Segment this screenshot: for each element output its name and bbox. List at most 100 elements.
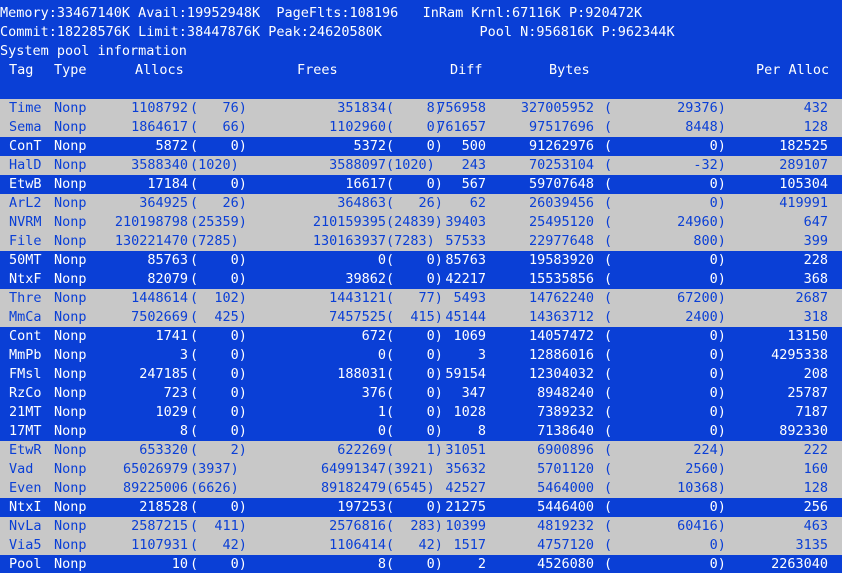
diff-cell: 761657 xyxy=(437,119,486,135)
allocs-delta-cell: ( 102) xyxy=(190,290,247,306)
diff-cell: 42527 xyxy=(445,480,486,496)
type-cell: Nonp xyxy=(54,442,87,458)
tag-cell: Thre xyxy=(9,290,42,306)
per-alloc-cell: 25787 xyxy=(787,385,828,401)
type-cell: Nonp xyxy=(54,461,87,477)
bytes-cell: 6900896 xyxy=(537,442,594,458)
table-row[interactable]: Cont Nonp 1741( 0) 672( 0) 1069 14057472( 0) 1… xyxy=(0,327,842,346)
commit-status-line: Commit:18228576K Limit:38447876K Peak:24… xyxy=(0,24,675,40)
header-frees[interactable]: Frees xyxy=(297,61,338,80)
per-alloc-cell: 2687 xyxy=(795,290,828,306)
table-row[interactable]: NtxF Nonp 82079( 0) 39862( 0) 42217 15535856(… xyxy=(0,270,842,289)
header-per-alloc[interactable]: Per Alloc xyxy=(756,61,829,80)
bytes-cell: 7138640 xyxy=(537,423,594,439)
bytes-cell: 70253104 xyxy=(528,157,594,173)
table-row[interactable]: FMsl Nonp 247185( 0) 188031( 0) 59154 1230403… xyxy=(0,365,842,384)
type-cell: Nonp xyxy=(54,195,87,211)
table-row[interactable]: NVRM Nonp 210198798 (25359) 210159395 (24839)… xyxy=(0,213,842,232)
allocs-cell: 7502669 xyxy=(131,309,188,325)
allocs-delta-cell: ( 0) xyxy=(190,556,247,572)
frees-delta-cell: ( 0) xyxy=(386,423,443,439)
table-row[interactable]: MmCa Nonp 7502669( 425) 7457525( 415) 45144 1… xyxy=(0,308,842,327)
frees-delta-cell: ( 0) xyxy=(386,556,443,572)
per-alloc-cell: 208 xyxy=(803,366,828,382)
bytes-delta-cell: ( 800) xyxy=(604,233,726,249)
bytes-cell: 12886016 xyxy=(528,347,594,363)
bytes-delta-cell: ( 0) xyxy=(604,404,726,420)
table-row[interactable]: EtwB Nonp 17184( 0) 16617( 0) 567 59707648( 0… xyxy=(0,175,842,194)
allocs-cell: 17184 xyxy=(147,176,188,192)
allocs-cell: 1108792 xyxy=(131,100,188,116)
header-bytes[interactable]: Bytes xyxy=(549,61,590,80)
frees-delta-cell: (1020) xyxy=(386,157,435,173)
table-row[interactable]: ArL2 Nonp 364925( 26) 364863( 26) 62 26039456… xyxy=(0,194,842,213)
frees-delta-cell: ( 0) xyxy=(386,385,443,401)
table-row[interactable]: NvLa Nonp 2587215( 411) 2576816( 283) 10399 4… xyxy=(0,517,842,536)
allocs-delta-cell: ( 0) xyxy=(190,385,247,401)
tag-cell: NtxI xyxy=(9,499,42,515)
allocs-delta-cell: (6626) xyxy=(190,480,239,496)
allocs-cell: 218528 xyxy=(139,499,188,515)
allocs-delta-cell: ( 0) xyxy=(190,271,247,287)
table-row[interactable]: EtwR Nonp 653320( 2) 622269( 1) 31051 6900896… xyxy=(0,441,842,460)
allocs-cell: 5872 xyxy=(155,138,188,154)
table-row[interactable]: MmPb Nonp 3( 0) 0( 0) 3 12886016( 0) 4295338 xyxy=(0,346,842,365)
frees-delta-cell: ( 0) xyxy=(386,347,443,363)
bytes-cell: 26039456 xyxy=(528,195,594,211)
table-row[interactable]: File Nonp 130221470 (7285) 130163937 (7283) 57… xyxy=(0,232,842,251)
tag-cell: ConT xyxy=(9,138,42,154)
allocs-delta-cell: (7285) xyxy=(190,233,239,249)
frees-cell: 1 xyxy=(377,404,386,420)
frees-cell: 364863 xyxy=(337,195,386,211)
allocs-delta-cell: ( 76) xyxy=(190,100,247,116)
frees-cell: 0 xyxy=(377,423,386,439)
bytes-delta-cell: ( 0) xyxy=(604,138,726,154)
frees-delta-cell: ( 0) xyxy=(386,499,443,515)
frees-delta-cell: ( 0) xyxy=(386,176,443,192)
table-row[interactable]: Time Nonp 1108792( 76) 351834( 8) 756958 3270… xyxy=(0,99,842,118)
table-row[interactable]: Via5 Nonp 1107931( 42) 1106414( 42) 1517 4757… xyxy=(0,536,842,555)
tag-cell: File xyxy=(9,233,42,249)
per-alloc-cell: 463 xyxy=(803,518,828,534)
table-row[interactable]: 21MT Nonp 1029( 0) 1( 0) 1028 7389232( 0) 7187 xyxy=(0,403,842,422)
table-row[interactable]: NtxI Nonp 218528( 0) 197253( 0) 21275 5446400… xyxy=(0,498,842,517)
type-cell: Nonp xyxy=(54,138,87,154)
bytes-delta-cell: ( 0) xyxy=(604,347,726,363)
header-tag[interactable]: Tag xyxy=(9,61,33,80)
table-row[interactable]: RzCo Nonp 723( 0) 376( 0) 347 8948240( 0) 2578… xyxy=(0,384,842,403)
frees-delta-cell: ( 1) xyxy=(386,442,443,458)
allocs-delta-cell: ( 0) xyxy=(190,404,247,420)
table-row[interactable]: Vad Nonp 65026979 (3937) 64991347 (3921) 35632… xyxy=(0,460,842,479)
header-type[interactable]: Type xyxy=(54,61,87,80)
table-row[interactable]: 17MT Nonp 8( 0) 0( 0) 8 7138640( 0) 892330 xyxy=(0,422,842,441)
bytes-cell: 5701120 xyxy=(537,461,594,477)
per-alloc-cell: 4295338 xyxy=(771,347,828,363)
frees-cell: 5372 xyxy=(353,138,386,154)
bytes-delta-cell: ( -32) xyxy=(604,157,726,173)
table-row[interactable]: Sema Nonp 1864617( 66) 1102960( 0) 761657 975… xyxy=(0,118,842,137)
frees-cell: 197253 xyxy=(337,499,386,515)
table-row[interactable]: Even Nonp 89225006 (6626) 89182479 (6545) 4252… xyxy=(0,479,842,498)
header-allocs[interactable]: Allocs xyxy=(135,61,184,80)
allocs-delta-cell: ( 42) xyxy=(190,537,247,553)
table-row[interactable]: ConT Nonp 5872( 0) 5372( 0) 500 91262976( 0) 1… xyxy=(0,137,842,156)
table-row[interactable]: HalD Nonp 3588340 (1020) 3588097 (1020) 243 702… xyxy=(0,156,842,175)
bytes-delta-cell: ( 10368) xyxy=(604,480,726,496)
frees-cell: 672 xyxy=(361,328,386,344)
type-cell: Nonp xyxy=(54,556,87,572)
bytes-cell: 14762240 xyxy=(528,290,594,306)
bytes-delta-cell: ( 0) xyxy=(604,366,726,382)
table-row[interactable]: 50MT Nonp 85763( 0) 0( 0) 85763 19583920( 0) 2… xyxy=(0,251,842,270)
allocs-cell: 8 xyxy=(179,423,188,439)
frees-cell: 2576816 xyxy=(329,518,386,534)
diff-cell: 243 xyxy=(461,157,486,173)
allocs-delta-cell: ( 425) xyxy=(190,309,247,325)
frees-delta-cell: ( 42) xyxy=(386,537,443,553)
allocs-delta-cell: ( 2) xyxy=(190,442,247,458)
table-row[interactable]: Thre Nonp 1448614( 102) 1443121( 77) 5493 147… xyxy=(0,289,842,308)
bytes-delta-cell: ( 0) xyxy=(604,252,726,268)
header-diff[interactable]: Diff xyxy=(450,61,483,80)
tag-cell: NvLa xyxy=(9,518,42,534)
bytes-cell: 97517696 xyxy=(528,119,594,135)
table-row[interactable]: Pool Nonp 10( 0) 8( 0) 2 4526080( 0) 2263040 xyxy=(0,555,842,573)
